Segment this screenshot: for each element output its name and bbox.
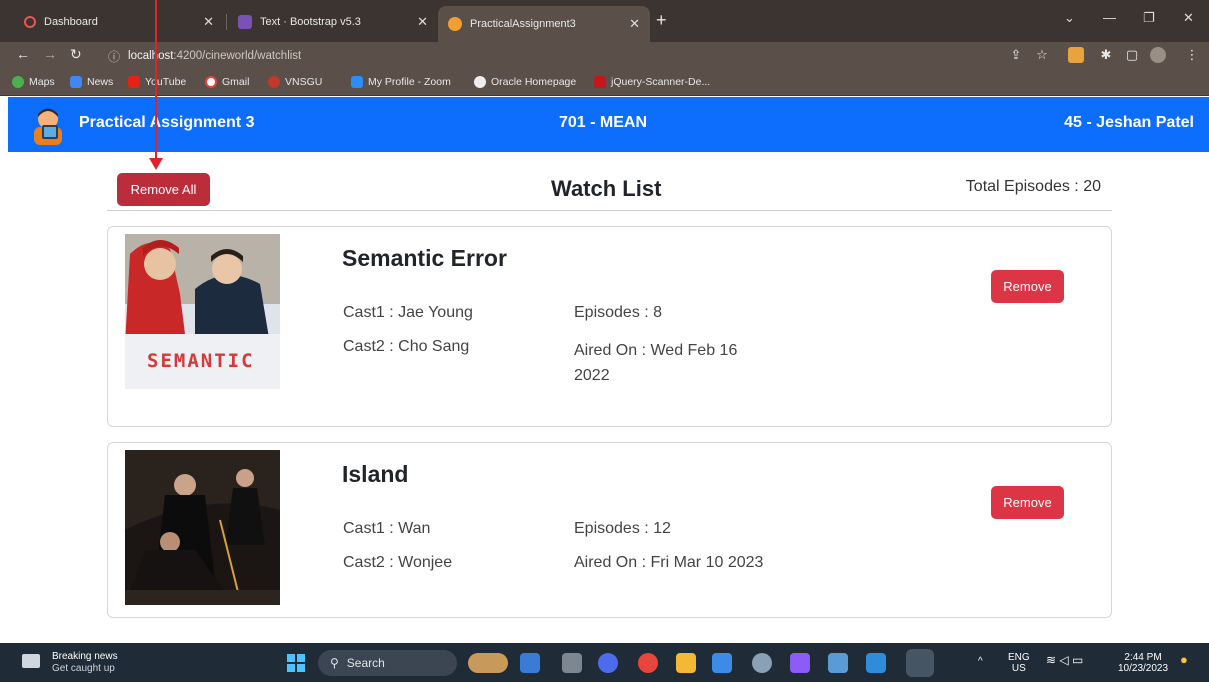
- language-indicator[interactable]: ENG US: [1008, 652, 1030, 674]
- share-icon[interactable]: ⇪: [1008, 47, 1024, 63]
- cast1: Cast1 : Jae Young: [343, 304, 473, 321]
- minimize-icon[interactable]: —: [1103, 10, 1116, 25]
- bookmark-gmail[interactable]: Gmail: [205, 76, 249, 88]
- cast2: Cast2 : Cho Sang: [343, 338, 470, 355]
- divider: [107, 210, 1112, 211]
- navbar-course: 701 - MEAN: [559, 114, 648, 131]
- news-icon: [22, 654, 40, 668]
- remove-button[interactable]: Remove: [991, 486, 1064, 519]
- cast1: Cast1 : Wan: [343, 520, 431, 537]
- notification-bell-icon[interactable]: ●: [1180, 653, 1188, 666]
- bookmark-star-icon[interactable]: ☆: [1034, 47, 1050, 63]
- annotation-arrow: [155, 0, 157, 162]
- close-window-icon[interactable]: ✕: [1183, 10, 1194, 26]
- close-tab-icon[interactable]: ✕: [203, 14, 214, 30]
- bootstrap-favicon-icon: [238, 15, 252, 29]
- bookmark-zoom[interactable]: My Profile - Zoom: [351, 76, 451, 88]
- taskbar-search[interactable]: ⚲ Search: [318, 650, 457, 676]
- windows-start-icon[interactable]: [287, 654, 305, 672]
- app-icon[interactable]: [828, 653, 848, 673]
- search-icon: ⚲: [330, 656, 339, 670]
- teams-app-icon[interactable]: [520, 653, 540, 673]
- vnsgu-icon: [268, 76, 280, 88]
- tab-bootstrap[interactable]: Text · Bootstrap v5.3 ✕: [228, 8, 438, 36]
- remove-button[interactable]: Remove: [991, 270, 1064, 303]
- tray-chevron-icon[interactable]: ^: [978, 656, 983, 667]
- navbar-student: 45 - Jeshan Patel: [1064, 114, 1194, 131]
- clock[interactable]: 2:44 PM 10/23/2023: [1118, 652, 1168, 674]
- restore-icon[interactable]: ❐: [1143, 10, 1155, 26]
- profile-avatar-icon[interactable]: [1150, 47, 1166, 63]
- browser-tab-strip: Dashboard ✕ Text · Bootstrap v5.3 ✕ Prac…: [0, 0, 1209, 42]
- jquery-icon: [594, 76, 606, 88]
- poster-image: [125, 450, 280, 605]
- news-widget[interactable]: Breaking news Get caught up: [22, 651, 118, 675]
- bookmark-oracle[interactable]: Oracle Homepage: [474, 76, 576, 88]
- bookmark-news[interactable]: News: [70, 76, 113, 88]
- settings-gear-icon[interactable]: [752, 653, 772, 673]
- site-info-icon[interactable]: ⓘ: [108, 48, 120, 65]
- show-title: Semantic Error: [342, 245, 507, 271]
- back-icon[interactable]: ←: [16, 46, 30, 62]
- windows-taskbar: Breaking news Get caught up ⚲ Search ^ E…: [0, 643, 1209, 682]
- vscode-icon[interactable]: [866, 653, 886, 673]
- episodes: Episodes : 12: [574, 520, 671, 537]
- browser-toolbar: ← → ↻ ⓘ localhost:4200/cineworld/watchli…: [0, 42, 1209, 70]
- app-favicon-icon: [448, 17, 462, 31]
- chat-app-icon[interactable]: [598, 653, 618, 673]
- extension-icon[interactable]: [1068, 47, 1084, 63]
- tab-practical-assignment[interactable]: PracticalAssignment3 ✕: [438, 6, 650, 42]
- news-icon: [70, 76, 82, 88]
- navbar-brand[interactable]: Practical Assignment 3: [79, 114, 254, 132]
- bookmark-jquery[interactable]: jQuery-Scanner-De...: [594, 76, 710, 88]
- widget-app-icon[interactable]: [468, 653, 508, 673]
- maps-icon: [12, 76, 24, 88]
- remove-all-button[interactable]: Remove All: [117, 173, 210, 206]
- reload-icon[interactable]: ↻: [70, 46, 82, 63]
- tab-dashboard[interactable]: Dashboard ✕: [14, 8, 224, 36]
- zoom-icon: [351, 76, 363, 88]
- store-app-icon[interactable]: [712, 653, 732, 673]
- episodes: Episodes : 8: [574, 304, 663, 321]
- chrome-menu-icon[interactable]: ⋮: [1184, 47, 1200, 63]
- google-icon: [205, 76, 217, 88]
- side-panel-icon[interactable]: ▢: [1124, 47, 1140, 63]
- show-title: Island: [342, 461, 409, 487]
- page-title: Watch List: [551, 176, 662, 201]
- cast2: Cast2 : Wonjee: [343, 554, 453, 571]
- poster-image: SEMANTIC: [125, 234, 280, 389]
- active-chrome-icon[interactable]: [906, 649, 934, 677]
- app-navbar: Practical Assignment 3 701 - MEAN 45 - J…: [8, 97, 1209, 152]
- close-tab-icon[interactable]: ✕: [417, 14, 428, 30]
- watchlist-item: Island Cast1 : Wan Cast2 : Wonjee Episod…: [107, 442, 1112, 618]
- extensions-puzzle-icon[interactable]: ✱: [1098, 47, 1114, 63]
- wifi-volume-battery-icon[interactable]: ≋ ◁ ▭: [1046, 654, 1083, 666]
- watchlist-item: SEMANTIC Semantic Error Cast1 : Jae Youn…: [107, 226, 1112, 427]
- bookmark-youtube[interactable]: YouTube: [128, 76, 186, 88]
- aired-on: Aired On : Fri Mar 10 2023: [574, 554, 764, 571]
- developer-avatar-icon: [34, 108, 62, 145]
- chrome-app-icon[interactable]: [638, 653, 658, 673]
- bookmark-maps[interactable]: Maps: [12, 76, 55, 88]
- address-bar[interactable]: ⓘ localhost:4200/cineworld/watchlist: [108, 45, 1028, 67]
- oracle-globe-icon: [474, 76, 486, 88]
- bookmarks-bar: Maps News YouTube Gmail VNSGU My Profile…: [0, 70, 1209, 96]
- total-episodes: Total Episodes : 20: [965, 178, 1101, 195]
- visual-studio-icon[interactable]: [790, 653, 810, 673]
- task-view-icon[interactable]: [562, 653, 582, 673]
- close-tab-icon[interactable]: ✕: [629, 16, 640, 32]
- youtube-icon: [128, 76, 140, 88]
- poster-title: SEMANTIC: [147, 350, 255, 372]
- bookmark-vnsgu[interactable]: VNSGU: [268, 76, 322, 88]
- new-tab-icon[interactable]: +: [656, 10, 667, 31]
- aired-on: Aired On : Wed Feb 16 2022: [574, 342, 738, 384]
- annotation-arrowhead: [149, 158, 163, 170]
- tab-search-icon[interactable]: ⌄: [1064, 10, 1075, 26]
- forward-icon[interactable]: →: [43, 46, 57, 62]
- file-explorer-icon[interactable]: [676, 653, 696, 673]
- dashboard-favicon-icon: [24, 16, 36, 28]
